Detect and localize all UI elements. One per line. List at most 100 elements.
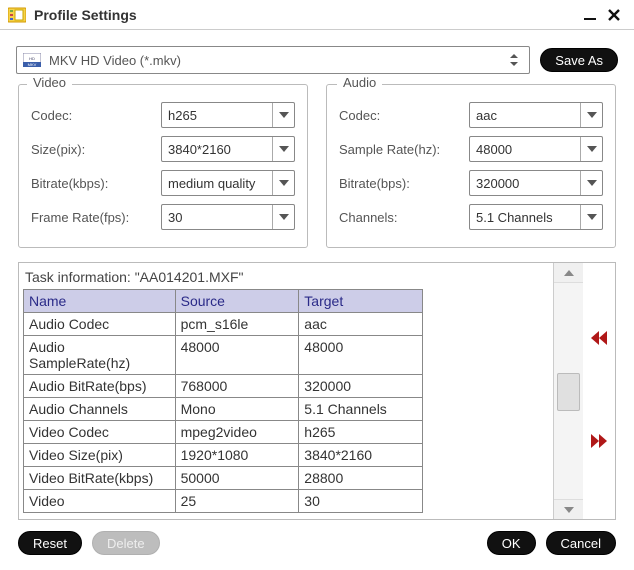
table-body: Audio Codecpcm_s16leaacAudio SampleRate(… xyxy=(24,313,423,513)
chevron-down-icon xyxy=(272,171,294,195)
table-cell: Video Codec xyxy=(24,421,176,444)
video-bitrate-select[interactable]: medium quality xyxy=(161,170,295,196)
video-framerate-select[interactable]: 30 xyxy=(161,204,295,230)
video-group-title: Video xyxy=(27,75,72,90)
scrollbar-track[interactable] xyxy=(554,283,583,499)
audio-codec-select[interactable]: aac xyxy=(469,102,603,128)
table-header-cell: Target xyxy=(299,290,423,313)
table-cell: 25 xyxy=(175,490,299,513)
audio-bitrate-value: 320000 xyxy=(476,176,580,191)
task-info-scroll: Task information: "AA014201.MXF" NameSou… xyxy=(19,263,553,519)
table-cell: 48000 xyxy=(175,336,299,375)
chevron-down-icon xyxy=(580,103,602,127)
table-row: Video Size(pix)1920*10803840*2160 xyxy=(24,444,423,467)
minimize-button[interactable] xyxy=(578,3,602,27)
table-cell: Audio Codec xyxy=(24,313,176,336)
video-framerate-label: Frame Rate(fps): xyxy=(31,210,161,225)
chevron-down-icon xyxy=(580,171,602,195)
table-cell: aac xyxy=(299,313,423,336)
titlebar: Profile Settings xyxy=(0,0,634,30)
table-cell: Audio SampleRate(hz) xyxy=(24,336,176,375)
next-task-button[interactable] xyxy=(589,431,609,454)
table-cell: Video xyxy=(24,490,176,513)
audio-channels-label: Channels: xyxy=(339,210,469,225)
table-cell: pcm_s16le xyxy=(175,313,299,336)
video-size-label: Size(pix): xyxy=(31,142,161,157)
audio-samplerate-label: Sample Rate(hz): xyxy=(339,142,469,157)
table-cell: 768000 xyxy=(175,375,299,398)
window-title: Profile Settings xyxy=(34,7,578,23)
task-info-title: Task information: "AA014201.MXF" xyxy=(25,269,549,285)
table-cell: Audio Channels xyxy=(24,398,176,421)
video-codec-select[interactable]: h265 xyxy=(161,102,295,128)
table-cell: h265 xyxy=(299,421,423,444)
table-cell: 50000 xyxy=(175,467,299,490)
cancel-button[interactable]: Cancel xyxy=(546,531,616,555)
table-row: Audio ChannelsMono5.1 Channels xyxy=(24,398,423,421)
audio-channels-select[interactable]: 5.1 Channels xyxy=(469,204,603,230)
table-row: Video Codecmpeg2videoh265 xyxy=(24,421,423,444)
table-row: Audio SampleRate(hz)4800048000 xyxy=(24,336,423,375)
video-codec-label: Codec: xyxy=(31,108,161,123)
table-row: Audio Codecpcm_s16leaac xyxy=(24,313,423,336)
table-row: Video2530 xyxy=(24,490,423,513)
table-cell: Video BitRate(kbps) xyxy=(24,467,176,490)
audio-channels-value: 5.1 Channels xyxy=(476,210,580,225)
delete-button: Delete xyxy=(92,531,160,555)
svg-text:MKV: MKV xyxy=(28,62,37,67)
audio-samplerate-select[interactable]: 48000 xyxy=(469,136,603,162)
video-size-select[interactable]: 3840*2160 xyxy=(161,136,295,162)
profile-format-select[interactable]: HDMKV MKV HD Video (*.mkv) xyxy=(16,46,530,74)
chevron-down-icon xyxy=(272,103,294,127)
prev-task-button[interactable] xyxy=(589,328,609,351)
bottom-bar: Reset Delete OK Cancel xyxy=(0,526,634,570)
table-cell: 48000 xyxy=(299,336,423,375)
table-cell: 1920*1080 xyxy=(175,444,299,467)
task-nav-arrows xyxy=(583,263,615,519)
task-info-table: NameSourceTarget Audio Codecpcm_s16leaac… xyxy=(23,289,423,513)
chevron-down-icon xyxy=(580,205,602,229)
audio-group: Audio Codec: aac Sample Rate(hz): 48000 … xyxy=(326,84,616,248)
audio-codec-label: Codec: xyxy=(339,108,469,123)
chevron-down-icon xyxy=(272,137,294,161)
table-cell: mpeg2video xyxy=(175,421,299,444)
table-cell: Audio BitRate(bps) xyxy=(24,375,176,398)
table-cell: 320000 xyxy=(299,375,423,398)
svg-text:HD: HD xyxy=(29,56,35,61)
settings-row: Video Codec: h265 Size(pix): 3840*2160 B… xyxy=(0,84,634,256)
video-bitrate-label: Bitrate(kbps): xyxy=(31,176,161,191)
audio-codec-value: aac xyxy=(476,108,580,123)
audio-group-title: Audio xyxy=(337,75,382,90)
chevron-up-down-icon xyxy=(505,52,523,68)
video-codec-value: h265 xyxy=(168,108,272,123)
table-row: Video BitRate(kbps)5000028800 xyxy=(24,467,423,490)
table-cell: 28800 xyxy=(299,467,423,490)
task-info-panel: Task information: "AA014201.MXF" NameSou… xyxy=(18,262,616,520)
video-group: Video Codec: h265 Size(pix): 3840*2160 B… xyxy=(18,84,308,248)
audio-samplerate-value: 48000 xyxy=(476,142,580,157)
audio-bitrate-label: Bitrate(bps): xyxy=(339,176,469,191)
scrollbar-vertical[interactable] xyxy=(553,263,583,519)
ok-button[interactable]: OK xyxy=(487,531,536,555)
scrollbar-thumb[interactable] xyxy=(557,373,580,411)
audio-bitrate-select[interactable]: 320000 xyxy=(469,170,603,196)
table-cell: 5.1 Channels xyxy=(299,398,423,421)
chevron-down-icon xyxy=(580,137,602,161)
table-cell: 3840*2160 xyxy=(299,444,423,467)
table-cell: Video Size(pix) xyxy=(24,444,176,467)
table-row: Audio BitRate(bps)768000320000 xyxy=(24,375,423,398)
save-as-button[interactable]: Save As xyxy=(540,48,618,72)
scroll-up-icon[interactable] xyxy=(554,263,583,283)
reset-button[interactable]: Reset xyxy=(18,531,82,555)
close-button[interactable] xyxy=(602,3,626,27)
profile-format-label: MKV HD Video (*.mkv) xyxy=(49,53,505,68)
scroll-down-icon[interactable] xyxy=(554,499,583,519)
table-cell: Mono xyxy=(175,398,299,421)
profile-row: HDMKV MKV HD Video (*.mkv) Save As xyxy=(0,30,634,84)
table-cell: 30 xyxy=(299,490,423,513)
mkv-icon: HDMKV xyxy=(23,53,41,67)
profile-settings-window: Profile Settings HDMKV MKV HD Video (*.m… xyxy=(0,0,634,570)
video-framerate-value: 30 xyxy=(168,210,272,225)
table-header-cell: Source xyxy=(175,290,299,313)
chevron-down-icon xyxy=(272,205,294,229)
